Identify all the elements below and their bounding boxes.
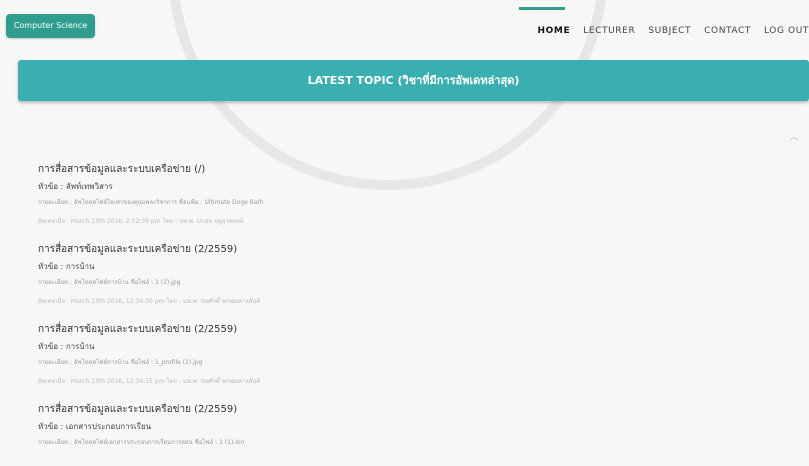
topic-subject: หัวข้อ : เอกสารประกอบการเรียน bbox=[38, 422, 152, 431]
topic-title-link[interactable]: การสื่อสารข้อมูลและระบบเครือข่าย (/) bbox=[38, 162, 778, 177]
topic-subject: หัวข้อ : การบ้าน bbox=[38, 262, 95, 271]
topic-detail: รายละเอียด : อัพโหลดไฟล์เอกสารประกอบการเ… bbox=[38, 439, 245, 446]
topic-list: การสื่อสารข้อมูลและระบบเครือข่าย (/) หัว… bbox=[38, 162, 778, 463]
list-item: การสื่อสารข้อมูลและระบบเครือข่าย (2/2559… bbox=[38, 402, 778, 447]
topic-meta: อัพเดทเมื่อ : March 13th 2016, 12:34:30 … bbox=[38, 298, 261, 305]
topic-title-link[interactable]: การสื่อสารข้อมูลและระบบเครือข่าย (2/2559… bbox=[38, 322, 778, 337]
nav-lecturer[interactable]: LECTURER bbox=[583, 26, 635, 36]
nav-subject[interactable]: SUBJECT bbox=[648, 26, 691, 36]
list-item: การสื่อสารข้อมูลและระบบเครือข่าย (/) หัว… bbox=[38, 162, 778, 226]
topic-detail: รายละเอียด : อัพโหลดไฟล์ไอเท่าของคุณเพลง… bbox=[38, 199, 264, 206]
topic-detail: รายละเอียด : อัพโหลดไฟล์การบ้าน ชื่อไฟล์… bbox=[38, 279, 181, 286]
topic-detail: รายละเอียด : อัพโหลดไฟล์การบ้าน ชื่อไฟล์… bbox=[38, 359, 203, 366]
topic-title-link[interactable]: การสื่อสารข้อมูลและระบบเครือข่าย (2/2559… bbox=[38, 402, 778, 417]
latest-topic-banner: LATEST TOPIC (วิชาที่มีการอัพเดทล่าสุด) bbox=[18, 60, 809, 101]
chevron-up-icon[interactable]: ︿ bbox=[789, 128, 799, 143]
top-navbar: Computer Science HOME LECTURER SUBJECT C… bbox=[0, 0, 809, 190]
topic-subject: หัวข้อ : ลัพท์เทพวิสาร bbox=[38, 182, 113, 191]
brand-logo-button[interactable]: Computer Science bbox=[6, 14, 95, 38]
nav-logout[interactable]: LOG OUT bbox=[764, 26, 809, 36]
topic-subject: หัวข้อ : การบ้าน bbox=[38, 342, 95, 351]
nav-contact[interactable]: CONTACT bbox=[704, 26, 751, 36]
list-item: การสื่อสารข้อมูลและระบบเครือข่าย (2/2559… bbox=[38, 322, 778, 386]
topic-meta: อัพเดทเมื่อ : March 13th 2016, 2:52:36 p… bbox=[38, 218, 244, 225]
list-item: การสื่อสารข้อมูลและระบบเครือข่าย (2/2559… bbox=[38, 242, 778, 306]
topic-title-link[interactable]: การสื่อสารข้อมูลและระบบเครือข่าย (2/2559… bbox=[38, 242, 778, 257]
nav-home[interactable]: HOME bbox=[538, 26, 571, 36]
topic-meta: อัพเดทเมื่อ : March 13th 2016, 12:34:15 … bbox=[38, 378, 261, 385]
main-nav: HOME LECTURER SUBJECT CONTACT LOG OUT bbox=[538, 26, 809, 36]
active-nav-indicator bbox=[519, 7, 565, 10]
